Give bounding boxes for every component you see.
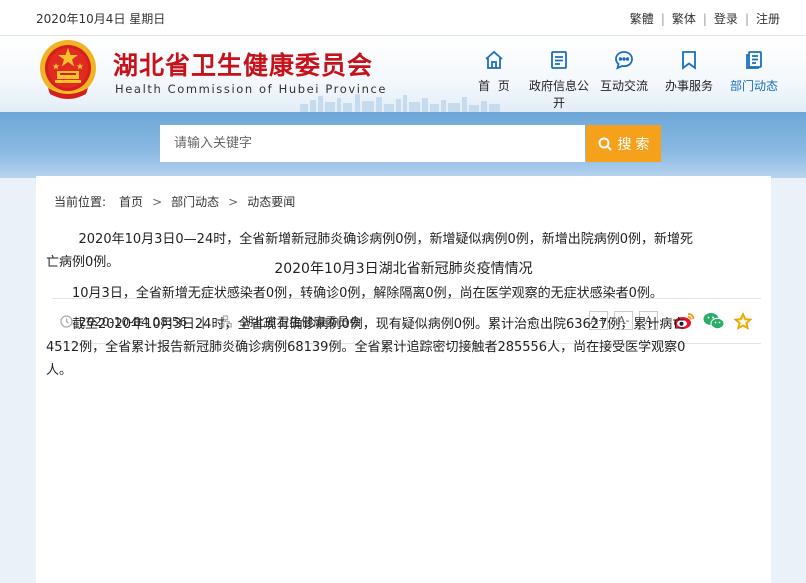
search-button[interactable]: 搜 索	[586, 125, 661, 162]
chat-bubble-icon	[592, 48, 656, 72]
star-icon	[733, 311, 753, 330]
current-date: 2020年10月4日 星期日	[36, 12, 166, 26]
nav-item-government-info[interactable]: 政府信息公开	[527, 48, 591, 112]
traditional-chinese-link-1[interactable]: 繁體	[630, 10, 654, 27]
breadcrumb-separator: >	[152, 194, 163, 209]
separator: |	[660, 11, 665, 26]
home-icon	[462, 48, 526, 72]
main-navigation: 首 页 政府信息公开 互动交流 办事服务 部门动态	[462, 48, 787, 112]
article-body: 2020年10月3日0—24时，全省新增新冠肺炎确诊病例0例，新增疑似病例0例，…	[46, 228, 696, 390]
article-paragraph-1: 2020年10月3日0—24时，全省新增新冠肺炎确诊病例0例，新增疑似病例0例，…	[46, 232, 694, 270]
nav-label: 办事服务	[664, 79, 713, 93]
national-emblem-logo[interactable]	[38, 38, 98, 104]
nav-item-services[interactable]: 办事服务	[657, 48, 721, 112]
breadcrumb-prefix: 当前位置:	[54, 195, 107, 209]
nav-label: 部门动态	[729, 79, 778, 93]
search-input[interactable]	[160, 125, 585, 162]
top-links: 繁體 | 繁体 | 登录 | 注册	[630, 10, 780, 27]
news-icon	[722, 48, 786, 72]
breadcrumb-home[interactable]: 首页	[119, 193, 143, 210]
breadcrumb-separator: >	[228, 194, 239, 209]
article-paragraph-3: 截至2020年10月3日24时，全省现有确诊病例0例，现有疑似病例0例。累计治愈…	[46, 317, 686, 378]
nav-item-department-news[interactable]: 部门动态	[722, 48, 786, 112]
register-link[interactable]: 注册	[756, 10, 780, 27]
favorite-button[interactable]	[733, 311, 753, 330]
search-icon	[598, 137, 612, 151]
site-header: 湖北省卫生健康委员会 Health Commission of Hubei Pr…	[0, 36, 806, 112]
document-icon	[527, 48, 591, 72]
bookmark-icon	[657, 48, 721, 72]
login-link[interactable]: 登录	[714, 10, 738, 27]
wechat-share-button[interactable]	[703, 312, 725, 330]
site-title[interactable]: 湖北省卫生健康委员会	[113, 46, 373, 82]
separator: |	[744, 11, 749, 26]
search-button-label: 搜 索	[617, 135, 650, 152]
nav-item-home[interactable]: 首 页	[462, 48, 526, 112]
nav-item-interaction[interactable]: 互动交流	[592, 48, 656, 112]
site-subtitle: Health Commission of Hubei Province	[115, 82, 388, 96]
wechat-icon	[703, 312, 725, 329]
nav-label: 互动交流	[599, 79, 648, 93]
breadcrumb-news-highlights[interactable]: 动态要闻	[247, 193, 295, 210]
breadcrumb-department-news[interactable]: 部门动态	[171, 193, 219, 210]
article-paragraph-2: 10月3日，全省新增无症状感染者0例，转确诊0例，解除隔离0例，尚在医学观察的无…	[72, 286, 663, 301]
breadcrumb: 当前位置: 首页 > 部门动态 > 动态要闻	[54, 193, 295, 210]
separator: |	[702, 11, 707, 26]
nav-label: 首 页	[478, 79, 510, 93]
top-utility-bar: 2020年10月4日 星期日 繁體 | 繁体 | 登录 | 注册	[0, 0, 806, 36]
traditional-chinese-link-2[interactable]: 繁体	[672, 10, 696, 27]
nav-label: 政府信息公开	[528, 79, 589, 110]
